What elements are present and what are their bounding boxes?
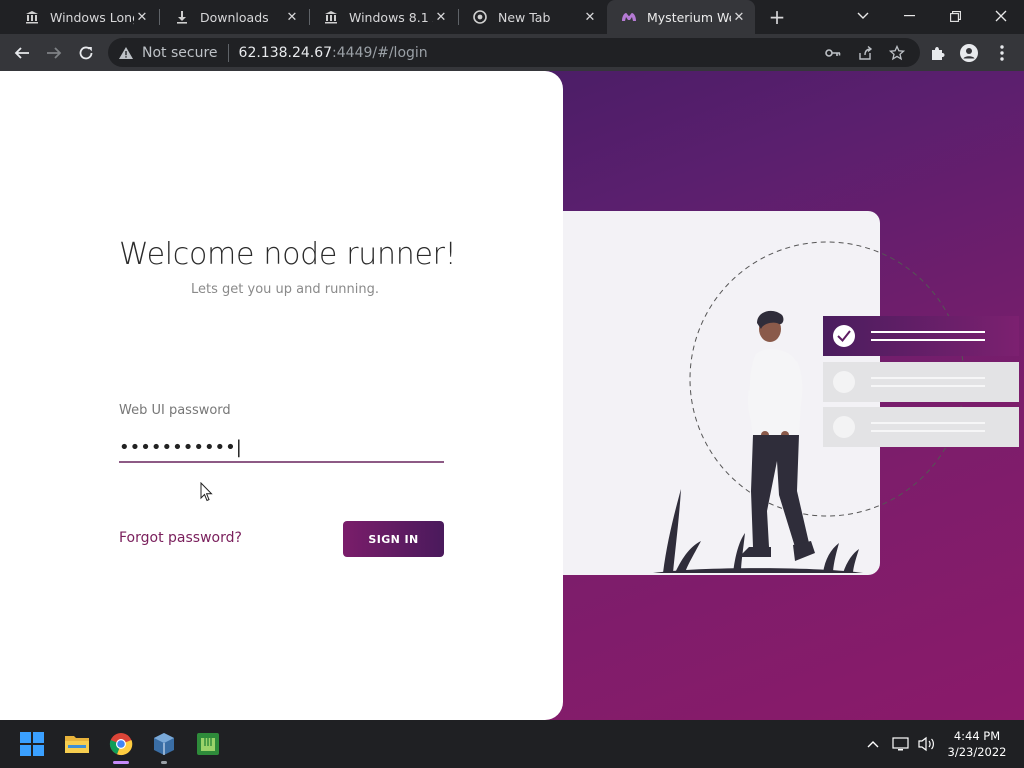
- volume-icon[interactable]: [917, 734, 937, 754]
- share-icon[interactable]: [856, 44, 874, 62]
- tab-new-tab[interactable]: New Tab ✕: [458, 0, 606, 34]
- running-app-indicator: [161, 761, 167, 764]
- bookmark-star-icon[interactable]: [888, 44, 906, 62]
- tab-title: Mysterium Web: [647, 9, 731, 25]
- tab-search-chevron-icon[interactable]: [840, 0, 886, 32]
- download-icon: [174, 9, 190, 25]
- tab-strip: Windows LongV ✕ Downloads ✕ Windows 8.1 …: [0, 0, 1024, 34]
- bank-icon: [323, 9, 339, 25]
- minimize-icon[interactable]: [886, 0, 932, 32]
- bank-icon: [24, 9, 40, 25]
- reload-icon[interactable]: [72, 39, 100, 67]
- tab-title: Downloads: [200, 9, 269, 25]
- virtualbox-icon[interactable]: [148, 728, 180, 764]
- clock-time: 4:44 PM: [953, 729, 1001, 743]
- new-tab-button[interactable]: +: [765, 5, 789, 29]
- windows-taskbar: 4:44 PM 3/23/2022: [0, 720, 1024, 768]
- tab-close-icon[interactable]: ✕: [433, 9, 449, 25]
- file-explorer-icon[interactable]: [61, 728, 93, 760]
- browser-toolbar: Not secure 62.138.24.67:4449/#/login: [0, 34, 1024, 71]
- tab-close-icon[interactable]: ✕: [731, 9, 747, 25]
- tab-title: Windows 8.1 All: [349, 9, 433, 25]
- url-text[interactable]: 62.138.24.67:4449/#/login: [239, 45, 428, 61]
- more-menu-icon[interactable]: [992, 43, 1012, 63]
- network-icon[interactable]: [891, 734, 911, 754]
- sign-in-button[interactable]: SIGN IN: [343, 521, 444, 557]
- restore-icon[interactable]: [932, 0, 978, 32]
- tab-title: Windows LongV: [50, 9, 134, 25]
- show-hidden-icons-chevron-icon[interactable]: [863, 734, 883, 754]
- node-runner-illustration: [653, 241, 1019, 573]
- address-bar[interactable]: Not secure 62.138.24.67:4449/#/login: [108, 38, 920, 67]
- security-label[interactable]: Not secure: [142, 45, 218, 61]
- tab-title: New Tab: [498, 9, 551, 25]
- back-icon[interactable]: [8, 39, 36, 67]
- clock-date: 3/23/2022: [947, 745, 1007, 759]
- url-host: 62.138.24.67: [238, 44, 333, 61]
- warning-icon[interactable]: [118, 45, 134, 61]
- tab-close-icon[interactable]: ✕: [134, 9, 150, 25]
- login-page: Welcome node runner! Lets get you up and…: [0, 71, 1024, 720]
- tab-close-icon[interactable]: ✕: [284, 9, 300, 25]
- extensions-icon[interactable]: [927, 43, 947, 63]
- tab-mysterium-web[interactable]: Mysterium Web ✕: [607, 0, 755, 34]
- url-path: :4449/#/login: [332, 44, 428, 61]
- omnibox-divider: [227, 43, 229, 62]
- start-icon[interactable]: [16, 728, 48, 760]
- system-clock[interactable]: 4:44 PM 3/23/2022: [944, 728, 1010, 760]
- key-icon[interactable]: [824, 44, 842, 62]
- page-subtitle: Lets get you up and running.: [191, 282, 380, 297]
- tab-downloads[interactable]: Downloads ✕: [160, 0, 308, 34]
- page-title: Welcome node runner!: [119, 237, 457, 272]
- forward-icon[interactable]: [40, 39, 68, 67]
- mysterium-icon: [621, 9, 637, 25]
- tab-windows-81[interactable]: Windows 8.1 All ✕: [309, 0, 457, 34]
- password-label: Web UI password: [119, 403, 231, 418]
- mouse-pointer-icon: [200, 482, 213, 502]
- profile-avatar-icon[interactable]: [959, 43, 979, 63]
- chrome-icon: [472, 9, 488, 25]
- login-card: Welcome node runner! Lets get you up and…: [0, 71, 563, 720]
- forgot-password-link[interactable]: Forgot password?: [119, 530, 242, 546]
- mysterium-node-icon[interactable]: [192, 728, 224, 760]
- password-input[interactable]: [119, 433, 444, 463]
- tab-close-icon[interactable]: ✕: [582, 9, 598, 25]
- active-app-indicator: [113, 761, 129, 764]
- tab-windows-longv[interactable]: Windows LongV ✕: [10, 0, 158, 34]
- chrome-icon[interactable]: [105, 728, 137, 764]
- close-window-icon[interactable]: [978, 0, 1024, 32]
